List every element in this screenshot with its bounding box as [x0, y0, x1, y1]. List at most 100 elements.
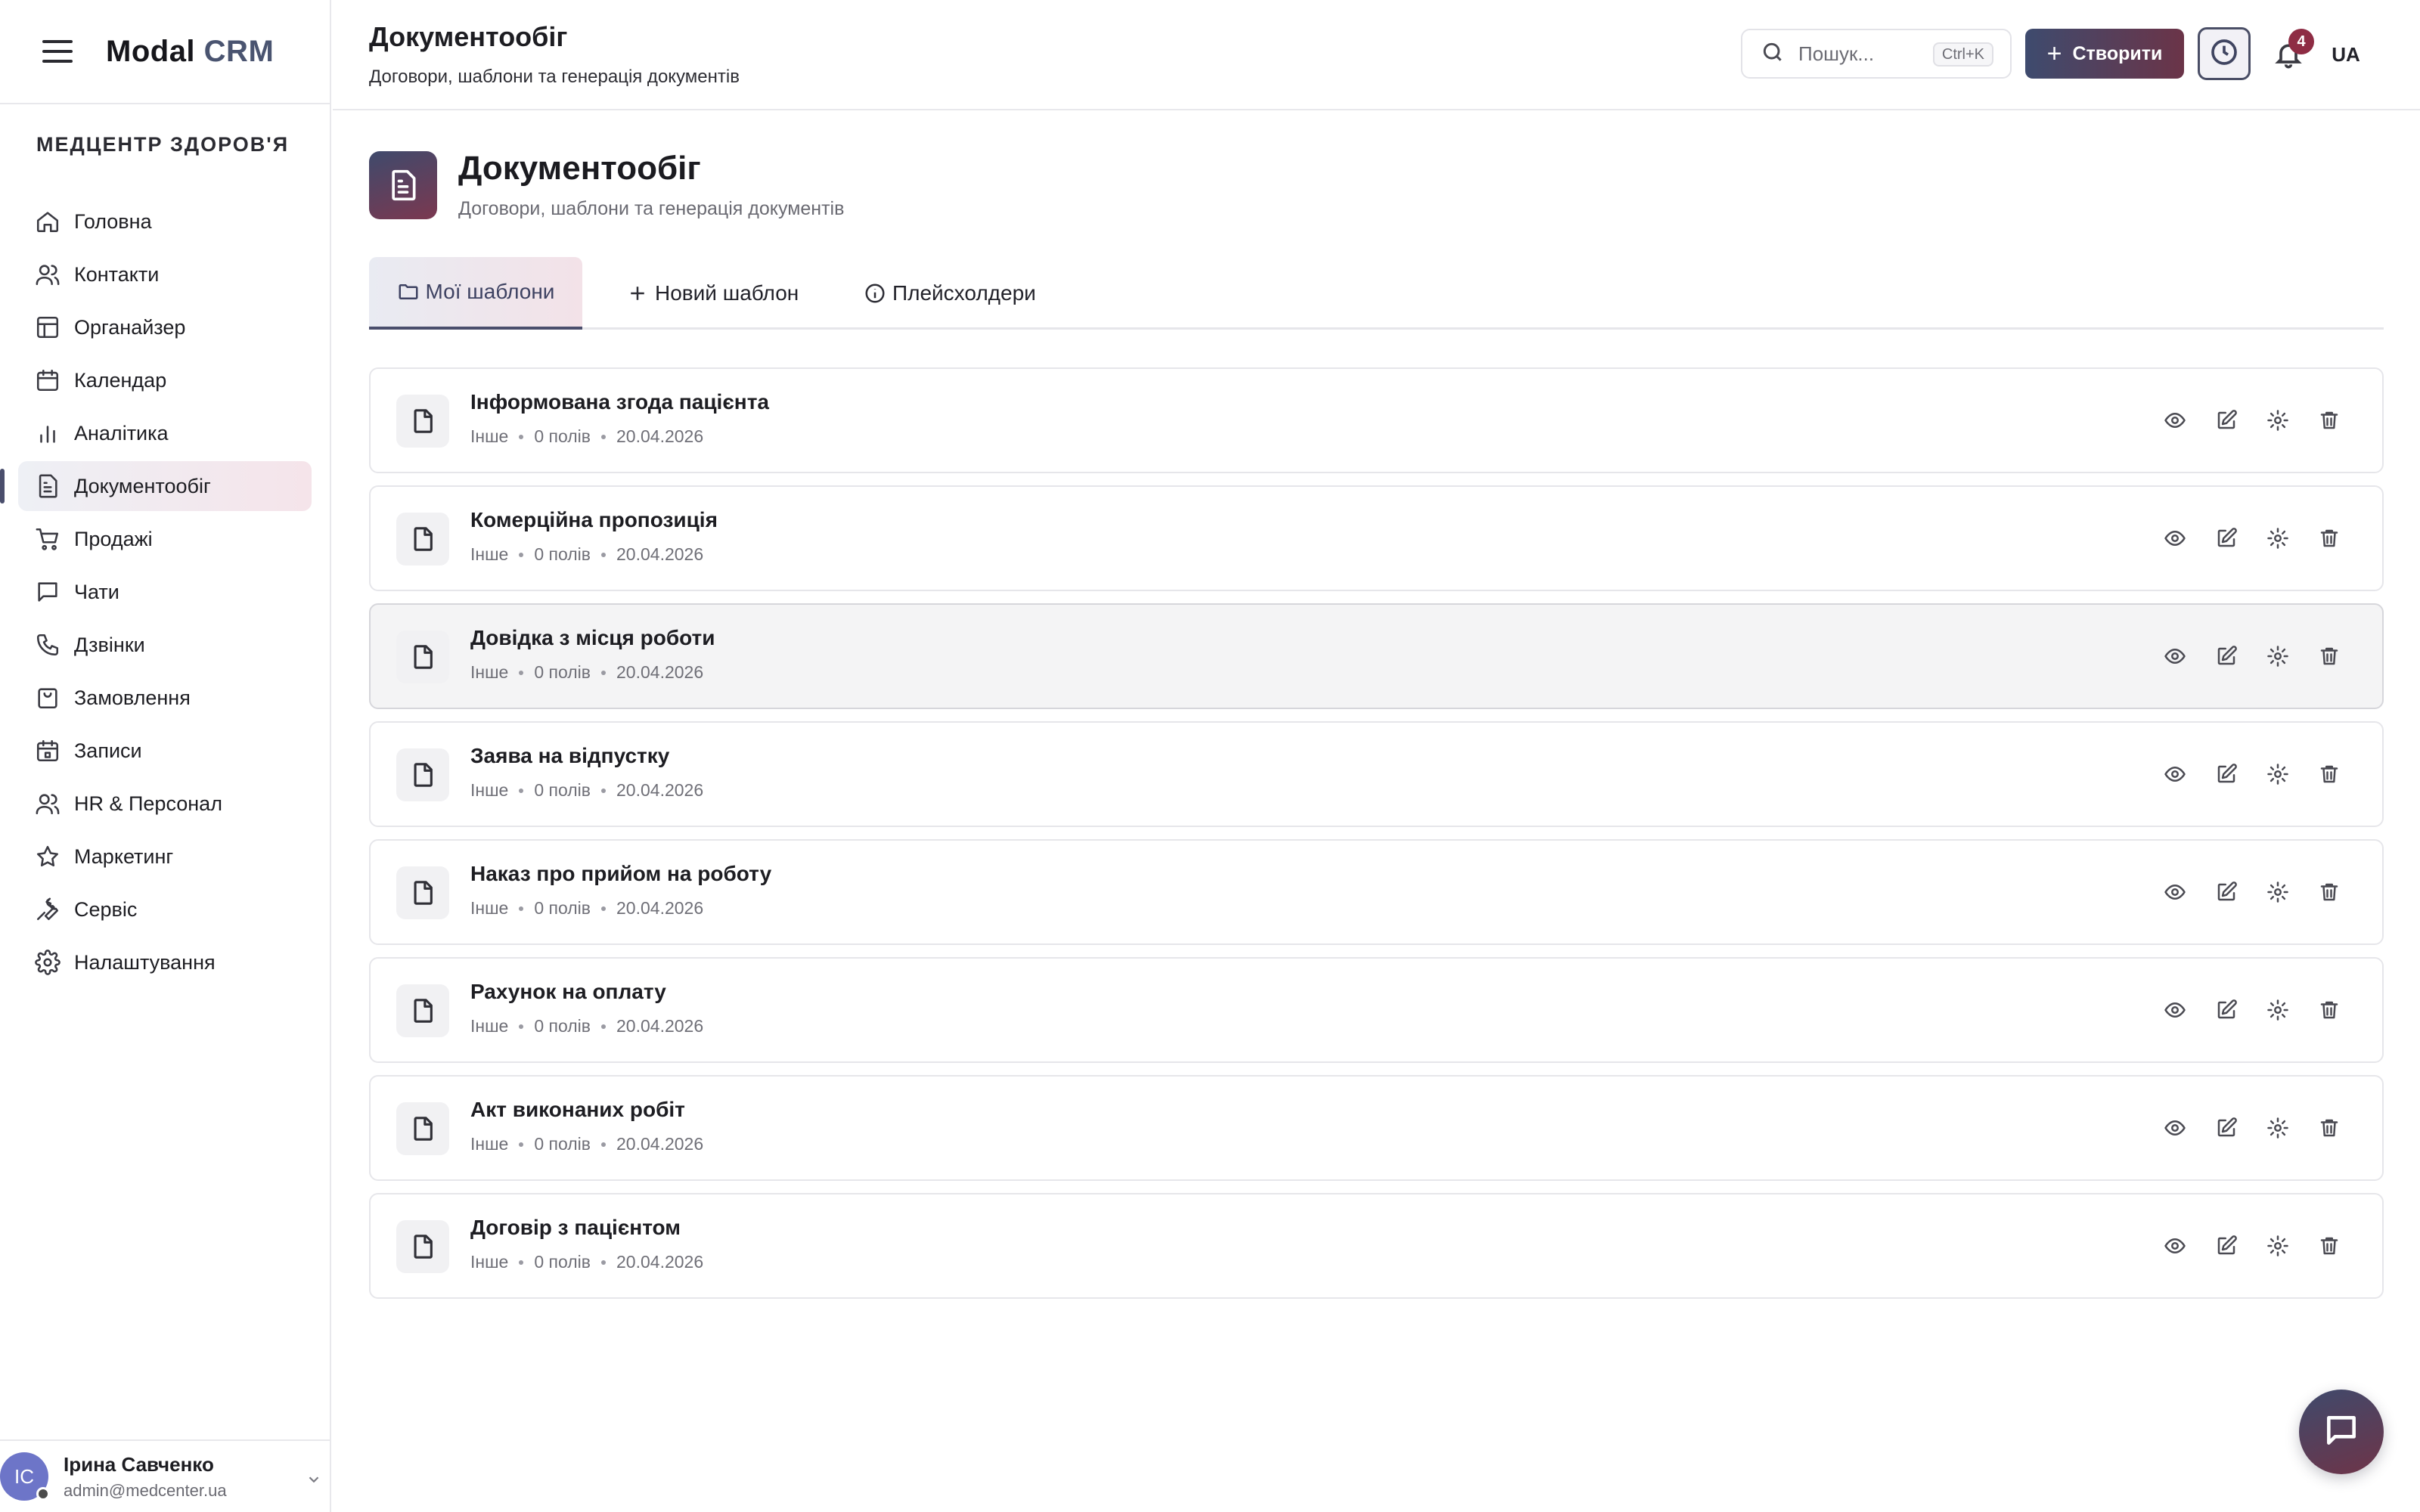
eye-icon[interactable]: [2158, 404, 2192, 437]
sidebar-item-contacts[interactable]: Контакти: [18, 249, 312, 299]
template-fields: 0 полів: [534, 1252, 591, 1272]
sidebar-item-label: Маркетинг: [74, 844, 174, 868]
search-input[interactable]: [1798, 42, 1919, 66]
sidebar-item-home[interactable]: Головна: [18, 197, 312, 246]
star-icon: [33, 842, 62, 871]
template-meta: Інше 0 полів 20.04.2026: [470, 898, 703, 919]
sidebar: Modal CRM МЕДЦЕНТР ЗДОРОВ'Я Головна Конт…: [0, 0, 331, 1512]
history-button[interactable]: [2198, 27, 2251, 80]
eye-icon[interactable]: [2158, 1229, 2192, 1263]
sidebar-item-sales[interactable]: Продажі: [18, 514, 312, 564]
template-meta: Інше 0 полів 20.04.2026: [470, 1134, 703, 1154]
sidebar-item-organizer[interactable]: Органайзер: [18, 302, 312, 352]
template-row[interactable]: Заява на відпустку Інше 0 полів 20.04.20…: [369, 721, 2384, 827]
trash-icon[interactable]: [2313, 522, 2346, 555]
trash-icon[interactable]: [2313, 993, 2346, 1027]
template-row[interactable]: Рахунок на оплату Інше 0 полів 20.04.202…: [369, 957, 2384, 1063]
sidebar-item-documents[interactable]: Документообіг: [0, 461, 312, 511]
template-title: Заява на відпустку: [470, 744, 670, 767]
sidebar-item-calls[interactable]: Дзвінки: [18, 620, 312, 670]
sidebar-item-chats[interactable]: Чати: [18, 567, 312, 617]
calendar-icon: [33, 366, 62, 395]
template-row[interactable]: Довідка з місця роботи Інше 0 полів 20.0…: [369, 603, 2384, 709]
sidebar-item-hr[interactable]: HR & Персонал: [18, 779, 312, 829]
edit-icon[interactable]: [2210, 993, 2243, 1027]
sidebar-item-settings[interactable]: Налаштування: [18, 937, 312, 987]
eye-icon[interactable]: [2158, 875, 2192, 909]
eye-icon[interactable]: [2158, 522, 2192, 555]
eye-icon[interactable]: [2158, 993, 2192, 1027]
template-fields: 0 полів: [534, 426, 591, 446]
gear-icon[interactable]: [2261, 875, 2294, 909]
template-row[interactable]: Договір з пацієнтом Інше 0 полів 20.04.2…: [369, 1193, 2384, 1299]
edit-icon[interactable]: [2210, 758, 2243, 791]
eye-icon[interactable]: [2158, 758, 2192, 791]
edit-icon[interactable]: [2210, 522, 2243, 555]
template-row[interactable]: Комерційна пропозиція Інше 0 полів 20.04…: [369, 485, 2384, 591]
edit-icon[interactable]: [2210, 1229, 2243, 1263]
sidebar-item-appointments[interactable]: Записи: [18, 726, 312, 776]
sidebar-item-analytics[interactable]: Аналітика: [18, 408, 312, 458]
sidebar-item-service[interactable]: Сервіс: [18, 885, 312, 934]
status-dot: [36, 1487, 50, 1501]
separator-dot: [519, 552, 524, 557]
trash-icon[interactable]: [2313, 758, 2346, 791]
sidebar-item-label: Замовлення: [74, 686, 191, 709]
gear-icon[interactable]: [2261, 404, 2294, 437]
sidebar-item-marketing[interactable]: Маркетинг: [18, 832, 312, 881]
edit-icon[interactable]: [2210, 640, 2243, 673]
trash-icon[interactable]: [2313, 404, 2346, 437]
gear-icon[interactable]: [2261, 1229, 2294, 1263]
chat-fab-button[interactable]: [2299, 1390, 2384, 1474]
template-category: Інше: [470, 780, 509, 800]
team-icon: [33, 789, 62, 818]
chat-icon: [2322, 1411, 2360, 1453]
edit-icon[interactable]: [2210, 1111, 2243, 1145]
chevron-down-icon[interactable]: [306, 1471, 322, 1492]
sidebar-item-label: Дзвінки: [74, 633, 145, 656]
tab-my-templates[interactable]: Мої шаблони: [369, 257, 582, 330]
row-actions: [2140, 640, 2346, 673]
trash-icon[interactable]: [2313, 1111, 2346, 1145]
notifications-button[interactable]: 4: [2266, 29, 2314, 79]
template-meta: Інше 0 полів 20.04.2026: [470, 544, 703, 565]
language-switcher[interactable]: UA: [2323, 39, 2369, 70]
template-row[interactable]: Наказ про прийом на роботу Інше 0 полів …: [369, 839, 2384, 945]
sidebar-item-label: Контакти: [74, 262, 160, 286]
row-actions: [2140, 404, 2346, 437]
template-row[interactable]: Інформована згода пацієнта Інше 0 полів …: [369, 367, 2384, 473]
tab-placeholders[interactable]: Плейсхолдери: [864, 257, 1036, 330]
separator-dot: [519, 906, 524, 911]
template-row[interactable]: Акт виконаних робіт Інше 0 полів 20.04.2…: [369, 1075, 2384, 1181]
tab-new-template[interactable]: Новий шаблон: [626, 257, 799, 330]
gear-icon[interactable]: [2261, 522, 2294, 555]
template-title: Інформована згода пацієнта: [470, 390, 769, 414]
sidebar-item-orders[interactable]: Замовлення: [18, 673, 312, 723]
trash-icon[interactable]: [2313, 875, 2346, 909]
eye-icon[interactable]: [2158, 1111, 2192, 1145]
folder-icon: [399, 284, 418, 299]
user-profile[interactable]: IC Ірина Савченко admin@medcenter.ua: [0, 1439, 330, 1512]
users-icon: [33, 260, 62, 289]
search-box[interactable]: Ctrl+K: [1741, 29, 2012, 79]
trash-icon[interactable]: [2313, 1229, 2346, 1263]
brand-logo[interactable]: Modal CRM: [106, 35, 274, 69]
sidebar-item-label: Органайзер: [74, 315, 186, 339]
trash-icon[interactable]: [2313, 640, 2346, 673]
search-shortcut: Ctrl+K: [1932, 42, 1993, 67]
template-meta: Інше 0 полів 20.04.2026: [470, 1016, 703, 1036]
gear-icon[interactable]: [2261, 1111, 2294, 1145]
edit-icon[interactable]: [2210, 875, 2243, 909]
gear-icon[interactable]: [2261, 758, 2294, 791]
edit-icon[interactable]: [2210, 404, 2243, 437]
create-button[interactable]: + Створити: [2025, 29, 2184, 79]
hamburger-menu-icon[interactable]: [42, 40, 73, 63]
gear-icon[interactable]: [2261, 640, 2294, 673]
wrench-icon: [33, 895, 62, 924]
gear-icon[interactable]: [2261, 993, 2294, 1027]
separator-dot: [601, 670, 607, 675]
sidebar-item-label: Налаштування: [74, 950, 216, 974]
brand-bar: Modal CRM: [0, 0, 330, 104]
sidebar-item-calendar[interactable]: Календар: [18, 355, 312, 405]
eye-icon[interactable]: [2158, 640, 2192, 673]
